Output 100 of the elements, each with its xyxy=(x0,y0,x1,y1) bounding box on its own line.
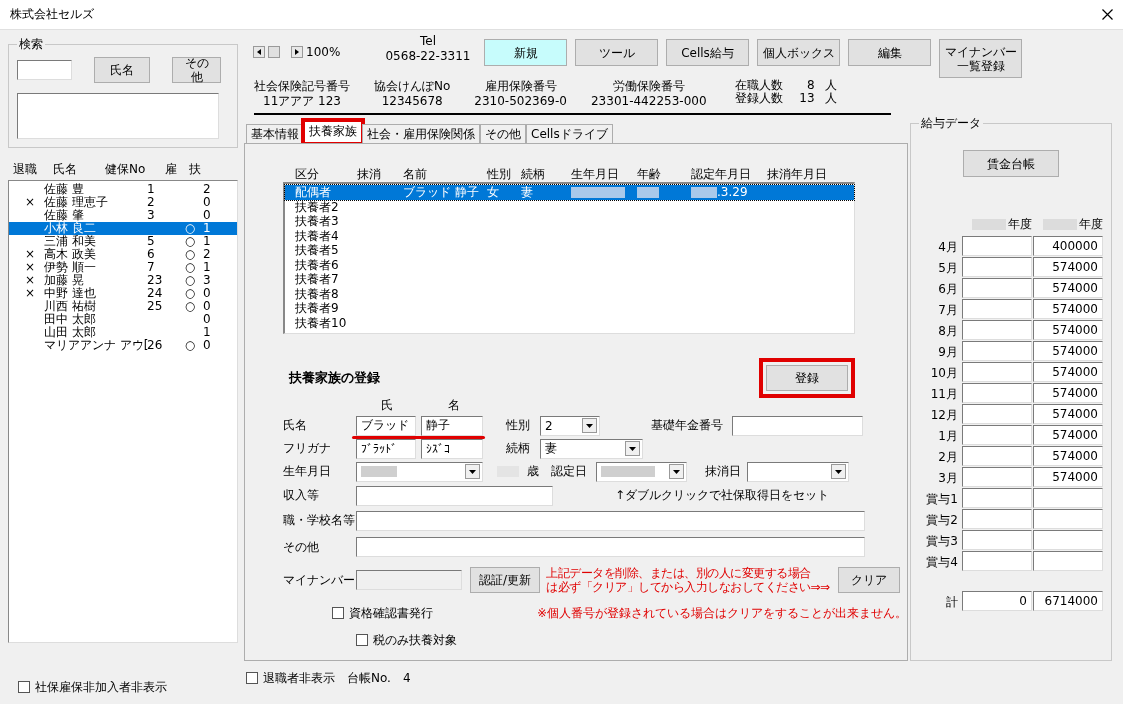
amount-field[interactable] xyxy=(962,530,1032,550)
dependent-row[interactable]: 扶養者8 xyxy=(285,286,854,301)
dependent-row[interactable]: 扶養者9 xyxy=(285,301,854,316)
register-button[interactable]: 登録 xyxy=(759,358,855,398)
amount-field[interactable]: 574000 xyxy=(1033,467,1103,487)
employee-row[interactable]: × 中野 達也 24 ○ 0 xyxy=(9,287,237,300)
tab[interactable]: 基本情報 xyxy=(246,124,304,143)
search-button[interactable]: 氏名 xyxy=(94,57,150,83)
amount-field[interactable] xyxy=(1033,488,1103,508)
employee-row[interactable]: 三浦 和美 5 ○ 1 xyxy=(9,235,237,248)
amount-field[interactable] xyxy=(962,320,1032,340)
input-field[interactable] xyxy=(356,485,553,506)
amount-field[interactable]: 574000 xyxy=(1033,383,1103,403)
recognition-date-select[interactable] xyxy=(596,461,687,482)
toolbar-button[interactable]: 個人ボックス xyxy=(757,39,840,66)
scroll-left-button[interactable] xyxy=(253,46,265,58)
checkbox[interactable] xyxy=(18,681,30,693)
relation-select[interactable]: 妻 xyxy=(540,438,643,459)
toolbar-button[interactable]: Cells給与 xyxy=(666,39,749,66)
amount-field[interactable] xyxy=(962,551,1032,571)
wage-ledger-button[interactable]: 賃金台帳 xyxy=(963,150,1059,177)
amount-field[interactable] xyxy=(962,509,1032,529)
dependent-row[interactable]: 配偶者 ブラッド 静子 女 妻 .3.29 xyxy=(285,185,854,200)
dropdown-button[interactable] xyxy=(582,418,597,433)
amount-field[interactable] xyxy=(1033,509,1103,529)
amount-field[interactable]: 574000 xyxy=(1033,299,1103,319)
tab[interactable]: その他 xyxy=(480,124,526,143)
employee-row[interactable]: マリアアンナ アウ[26 ○ 0 xyxy=(9,339,237,352)
toolbar-button[interactable]: 新規 xyxy=(484,39,567,66)
employee-row[interactable]: 山田 太郎 1 xyxy=(9,326,237,339)
gender-select[interactable]: 2 xyxy=(540,415,600,436)
input-field[interactable] xyxy=(356,537,865,557)
tab[interactable]: 扶養家族 xyxy=(304,121,362,143)
checkbox[interactable] xyxy=(332,607,345,619)
amount-field[interactable] xyxy=(962,362,1032,382)
employee-row[interactable]: 小林 良二 ○ 1 xyxy=(9,222,237,235)
amount-field[interactable]: 574000 xyxy=(1033,278,1103,298)
amount-field[interactable]: 574000 xyxy=(1033,404,1103,424)
dependent-row[interactable]: 扶養者10 xyxy=(285,315,854,330)
search-button[interactable]: その他 xyxy=(172,57,221,83)
amount-field[interactable] xyxy=(1033,551,1103,571)
input-field[interactable]: 静子 xyxy=(421,415,483,436)
amount-field[interactable]: 574000 xyxy=(1033,446,1103,466)
employee-row[interactable]: 川西 祐樹 25 ○ 0 xyxy=(9,300,237,313)
tab[interactable]: Cellsドライブ xyxy=(526,124,613,143)
removal-date-select[interactable] xyxy=(747,461,849,482)
tab[interactable]: 社会・雇用保険関係 xyxy=(362,124,480,143)
amount-field[interactable]: 574000 xyxy=(1033,425,1103,445)
amount-field[interactable]: 400000 xyxy=(1033,236,1103,256)
amount-field[interactable]: 574000 xyxy=(1033,341,1103,361)
auth-button[interactable]: 認証/更新 xyxy=(470,567,540,593)
employee-row[interactable]: × 伊勢 順一 7 ○ 1 xyxy=(9,261,237,274)
input-field[interactable]: ﾌﾞﾗｯﾄﾞ xyxy=(356,438,416,459)
dropdown-button[interactable] xyxy=(831,464,846,479)
scroll-thumb[interactable] xyxy=(268,46,280,58)
amount-field[interactable] xyxy=(962,236,1032,256)
dependents-list[interactable]: 配偶者 ブラッド 静子 女 妻 .3.29 扶養者2 扶養者3 扶養者4 扶養者5 扶養者6 扶養者7 扶養者8 扶養者9 扶養者10 xyxy=(283,182,855,334)
amount-field[interactable] xyxy=(962,383,1032,403)
input-field[interactable]: ｼｽﾞｺ xyxy=(421,438,483,459)
employee-row[interactable]: × 加藤 晃 23 ○ 3 xyxy=(9,274,237,287)
amount-field[interactable] xyxy=(962,425,1032,445)
amount-field[interactable] xyxy=(1033,530,1103,550)
checkbox[interactable] xyxy=(246,672,258,684)
dependent-row[interactable]: 扶養者3 xyxy=(285,214,854,229)
employee-list[interactable]: 佐藤 豊 1 2 × 佐藤 理恵子 2 0 佐藤 肇 3 0 小林 良二 ○ 1 三浦 和美 5 ○ 1 × 高木 政美 6 ○ 2 × 伊勢 順一 7 ○ 1 × 加藤 晃 23 ○ 3 × 中野 達也 24 ○ 0 川西 祐樹 25 ○ 0 田中 太郎 0 山田 太郎 1 マリアアンナ アウ[26 ○ 0 xyxy=(8,180,238,643)
amount-field[interactable] xyxy=(962,257,1032,277)
dependent-row[interactable]: 扶養者2 xyxy=(285,199,854,214)
amount-field[interactable] xyxy=(962,341,1032,361)
clear-button[interactable]: クリア xyxy=(838,567,900,593)
dependent-row[interactable]: 扶養者4 xyxy=(285,228,854,243)
amount-field[interactable] xyxy=(962,404,1032,424)
toolbar-button[interactable]: 編集 xyxy=(848,39,931,66)
dropdown-button[interactable] xyxy=(465,464,480,479)
toolbar-button[interactable]: マイナンバー一覧登録 xyxy=(939,39,1022,78)
checkbox[interactable] xyxy=(356,634,368,646)
dependent-row[interactable]: 扶養者6 xyxy=(285,257,854,272)
dropdown-button[interactable] xyxy=(625,441,640,456)
dropdown-button[interactable] xyxy=(669,464,684,479)
amount-field[interactable] xyxy=(962,446,1032,466)
dependent-row[interactable]: 扶養者5 xyxy=(285,243,854,258)
input-field[interactable] xyxy=(356,510,865,531)
search-results-box[interactable] xyxy=(17,93,219,139)
employee-row[interactable]: 佐藤 肇 3 0 xyxy=(9,209,237,222)
toolbar-button[interactable]: ツール xyxy=(575,39,658,66)
birthdate-select[interactable] xyxy=(356,461,483,482)
input-field[interactable] xyxy=(732,415,863,436)
amount-field[interactable]: 574000 xyxy=(1033,257,1103,277)
amount-field[interactable] xyxy=(962,467,1032,487)
scroll-right-button[interactable] xyxy=(291,46,303,58)
close-icon[interactable] xyxy=(1102,9,1113,20)
dependent-row[interactable]: 扶養者7 xyxy=(285,272,854,287)
amount-field[interactable]: 574000 xyxy=(1033,320,1103,340)
amount-field[interactable] xyxy=(962,278,1032,298)
search-field[interactable] xyxy=(17,60,72,80)
input-field[interactable]: ブラッド xyxy=(356,415,416,436)
amount-field[interactable] xyxy=(962,299,1032,319)
amount-field[interactable] xyxy=(962,488,1032,508)
employee-row[interactable]: 佐藤 豊 1 2 xyxy=(9,183,237,196)
employee-row[interactable]: × 佐藤 理恵子 2 0 xyxy=(9,196,237,209)
amount-field[interactable]: 574000 xyxy=(1033,362,1103,382)
